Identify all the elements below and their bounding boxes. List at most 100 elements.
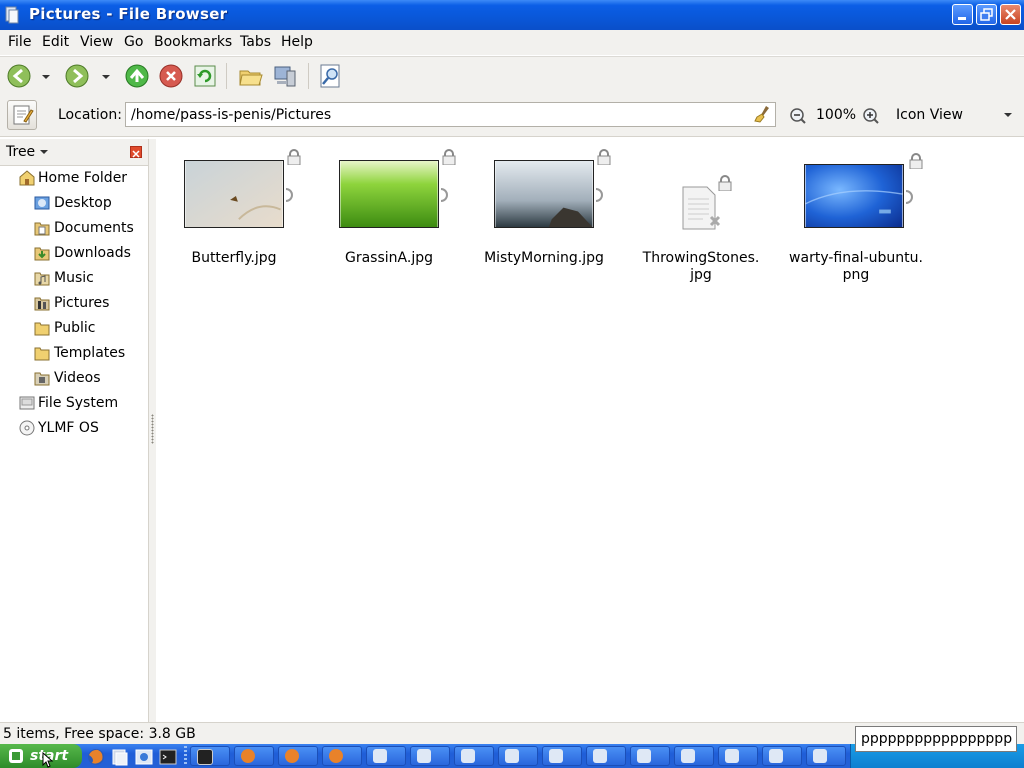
sidebar-item-desktop[interactable]: Desktop: [0, 191, 148, 216]
sidebar-type-selector[interactable]: Tree: [6, 144, 48, 160]
file-browser-icon: [417, 749, 431, 763]
mouse-cursor-icon: [42, 752, 54, 768]
icon-view[interactable]: Butterfly.jpg GrassinA.jpg MistyMorning.…: [156, 139, 1024, 722]
menu-help[interactable]: Help: [281, 34, 313, 50]
taskbar-item-file-browser[interactable]: [454, 746, 494, 766]
sidebar-item-pictures[interactable]: Pictures: [0, 291, 148, 316]
close-icon: [1005, 9, 1016, 20]
lock-icon: [442, 149, 456, 165]
restore-button[interactable]: [976, 4, 997, 25]
chevron-down-icon: [1004, 113, 1012, 117]
file-browser-icon: [373, 749, 387, 763]
taskbar-item-file-browser[interactable]: [718, 746, 758, 766]
forward-dropdown-icon[interactable]: [98, 63, 114, 89]
taskbar-item-file-browser[interactable]: [410, 746, 450, 766]
back-icon[interactable]: [6, 63, 32, 89]
minimize-button[interactable]: [952, 4, 973, 25]
sidebar-item-videos[interactable]: Videos: [0, 366, 148, 391]
sidebar-item-label: Templates: [54, 345, 126, 361]
location-input[interactable]: [125, 102, 776, 127]
sidebar-item-home-folder[interactable]: Home Folder: [0, 166, 148, 191]
view-mode-select[interactable]: Icon View: [887, 102, 1019, 128]
file-browser-icon: [549, 749, 563, 763]
menu-file[interactable]: File: [8, 34, 31, 50]
toolbar-separator: [226, 63, 227, 89]
sidebar-item-music[interactable]: Music: [0, 266, 148, 291]
taskbar-item-file-browser[interactable]: [586, 746, 626, 766]
sidebar-item-label: Pictures: [54, 295, 110, 311]
firefox-icon[interactable]: [86, 747, 106, 767]
chevron-down-icon: [39, 150, 48, 154]
sidebar-item-documents[interactable]: Documents: [0, 216, 148, 241]
taskbar-item-firefox[interactable]: [278, 746, 318, 766]
image-thumbnail: [339, 160, 439, 228]
symlink-emblem-icon: [285, 188, 293, 202]
sidebar-item-label: Downloads: [54, 245, 131, 261]
file-manager-launcher-icon[interactable]: [110, 747, 130, 767]
search-icon[interactable]: [318, 63, 344, 89]
taskbar-item-firefox[interactable]: [234, 746, 274, 766]
zoom-level[interactable]: 100%: [816, 107, 856, 123]
sidebar-header: Tree: [0, 139, 148, 166]
sidebar-item-label: File System: [38, 395, 119, 411]
terminal-icon: [197, 749, 213, 765]
menu-view[interactable]: View: [80, 34, 113, 50]
sidebar-item-templates[interactable]: Templates: [0, 341, 148, 366]
folder-icon: [34, 347, 50, 361]
taskbar-item-file-browser[interactable]: [498, 746, 538, 766]
file-browser-icon: [5, 6, 19, 24]
taskbar-item-file-browser[interactable]: [366, 746, 406, 766]
sidebar-item-label: Public: [54, 320, 96, 336]
symlink-emblem-icon: [595, 188, 603, 202]
typeahead-search-input[interactable]: pppppppppppppppppp: [855, 726, 1017, 752]
start-button[interactable]: start: [0, 744, 82, 768]
lock-icon: [718, 175, 732, 191]
clear-icon[interactable]: [754, 105, 772, 123]
home-folder-icon[interactable]: [238, 63, 264, 89]
computer-icon[interactable]: [272, 63, 298, 89]
image-thumbnail: [804, 164, 904, 228]
start-logo-icon: [9, 749, 23, 763]
back-dropdown-icon[interactable]: [38, 63, 54, 89]
taskbar-item-file-browser[interactable]: [630, 746, 670, 766]
symlink-emblem-icon: [440, 188, 448, 202]
taskbar-item-terminal[interactable]: [190, 746, 230, 766]
home-icon: [19, 170, 35, 186]
menu-edit[interactable]: Edit: [42, 34, 69, 50]
sidebar-item-ylmf-os[interactable]: YLMF OS: [0, 416, 148, 441]
up-icon[interactable]: [124, 63, 150, 89]
browser-launcher-icon[interactable]: [134, 747, 154, 767]
close-button[interactable]: [1000, 4, 1021, 25]
sidebar-item-file-system[interactable]: File System: [0, 391, 148, 416]
downloads-folder-icon: [34, 247, 50, 261]
title-bar: Pictures - File Browser: [0, 0, 1024, 30]
taskbar-item-file-browser[interactable]: [762, 746, 802, 766]
pane-splitter[interactable]: [148, 139, 156, 722]
sidebar-item-downloads[interactable]: Downloads: [0, 241, 148, 266]
menu-go[interactable]: Go: [124, 34, 143, 50]
taskbar-item-file-browser[interactable]: [542, 746, 582, 766]
sidebar-item-label: Desktop: [54, 195, 112, 211]
sidebar-item-label: YLMF OS: [38, 420, 99, 436]
file-browser-icon: [769, 749, 783, 763]
file-name: MistyMorning.jpg: [484, 250, 604, 266]
terminal-launcher-icon[interactable]: [158, 747, 178, 767]
zoom-out-icon[interactable]: [789, 107, 807, 125]
forward-icon[interactable]: [64, 63, 90, 89]
zoom-in-icon[interactable]: [862, 107, 880, 125]
file-browser-icon: [461, 749, 475, 763]
taskbar-item-file-browser[interactable]: [674, 746, 714, 766]
toggle-location-button[interactable]: [7, 100, 37, 130]
folder-icon: [34, 322, 50, 336]
reload-icon[interactable]: [192, 63, 218, 89]
close-sidebar-button[interactable]: [130, 146, 142, 158]
menu-bookmarks[interactable]: Bookmarks: [154, 34, 232, 50]
window-title: Pictures - File Browser: [29, 5, 228, 23]
taskbar-item-file-browser[interactable]: [806, 746, 846, 766]
taskbar-item-firefox[interactable]: [322, 746, 362, 766]
firefox-icon: [285, 749, 299, 763]
sidebar-item-public[interactable]: Public: [0, 316, 148, 341]
sidebar-title: Tree: [6, 144, 36, 160]
menu-tabs[interactable]: Tabs: [240, 34, 271, 50]
stop-icon[interactable]: [158, 63, 184, 89]
